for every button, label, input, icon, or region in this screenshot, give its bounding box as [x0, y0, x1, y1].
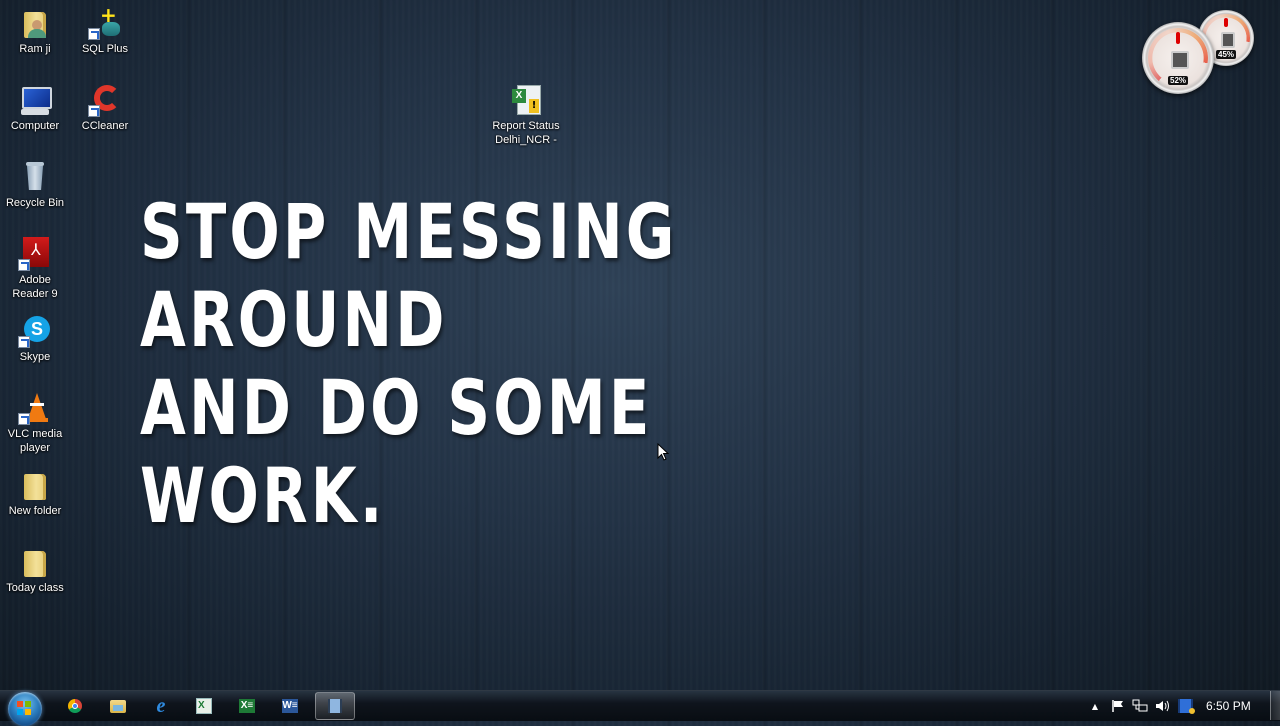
- taskbar-excel-file[interactable]: X: [184, 692, 224, 720]
- wallpaper-text-line: AND DO SOME: [140, 363, 653, 452]
- action-center-icon[interactable]: [1110, 698, 1126, 714]
- desktop-icon-label: Report Status Delhi_NCR -: [492, 120, 560, 146]
- desktop-icon-ram-ji[interactable]: Ram ji: [0, 6, 70, 56]
- cpu-chip-icon: [1171, 51, 1189, 69]
- recorder-tray-icon[interactable]: [1177, 698, 1195, 714]
- taskbar-word[interactable]: W≡: [270, 692, 310, 720]
- desktop-icon-label: Adobe Reader 9: [12, 274, 58, 300]
- mouse-cursor-icon: [657, 443, 669, 461]
- excel-file-icon: X !: [509, 83, 543, 117]
- show-desktop-button[interactable]: [1270, 691, 1280, 720]
- user-folder-icon: [18, 6, 52, 40]
- desktop-icon-label: CCleaner: [81, 120, 129, 132]
- network-icon[interactable]: [1132, 698, 1148, 714]
- wallpaper-text-line: WORK.: [140, 451, 386, 540]
- desktop: Ram ji Computer Recycle Bin ⅄ Adobe Read…: [0, 0, 1280, 688]
- wallpaper-text-line: AROUND: [140, 275, 448, 364]
- desktop-icon-skype[interactable]: S Skype: [0, 314, 70, 364]
- desktop-icon-ccleaner[interactable]: CCleaner: [70, 83, 140, 133]
- excel-icon: X: [196, 698, 212, 714]
- cpu-gauge[interactable]: 52%: [1142, 22, 1214, 94]
- desktop-icon-sql-plus[interactable]: + SQL Plus: [70, 5, 140, 56]
- chrome-icon: [68, 699, 82, 713]
- windows-logo-icon: [17, 701, 33, 717]
- desktop-icon-label: Recycle Bin: [5, 197, 65, 209]
- show-hidden-icons-button[interactable]: ▲: [1089, 698, 1101, 714]
- adobe-reader-icon: ⅄: [18, 237, 52, 271]
- desktop-icon-label: Today class: [6, 582, 64, 594]
- gauge-needle: [1224, 17, 1228, 27]
- memory-chip-icon: [1221, 32, 1235, 48]
- folder-icon: [18, 545, 52, 579]
- desktop-icon-recycle-bin[interactable]: Recycle Bin: [0, 160, 70, 210]
- desktop-icon-label: Skype: [19, 351, 51, 363]
- taskbar-internet-explorer[interactable]: e: [141, 692, 181, 720]
- desktop-icon-adobe-reader[interactable]: ⅄ Adobe Reader 9: [0, 237, 70, 301]
- desktop-icon-report-status[interactable]: X ! Report Status Delhi_NCR -: [491, 83, 561, 147]
- desktop-icon-vlc[interactable]: VLC media player: [0, 391, 70, 455]
- computer-icon: [18, 83, 52, 117]
- taskbar-explorer[interactable]: [98, 692, 138, 720]
- skype-icon: S: [18, 314, 52, 348]
- word-icon: W≡: [282, 699, 298, 713]
- excel-icon: X≡: [239, 699, 255, 713]
- desktop-icon-label: Ram ji: [19, 43, 51, 55]
- chevron-up-icon: ▲: [1091, 701, 1099, 711]
- vlc-icon: [18, 391, 52, 425]
- desktop-icon-label: Computer: [10, 120, 60, 132]
- taskbar-excel[interactable]: X≡: [227, 692, 267, 720]
- memory-percent: 45%: [1215, 50, 1237, 60]
- ie-icon: e: [156, 695, 166, 717]
- desktop-icon-label: SQL Plus: [81, 43, 129, 55]
- taskbar-video-app[interactable]: [315, 692, 355, 720]
- start-button[interactable]: [8, 692, 42, 726]
- wallpaper-text: STOP MESSING AROUND AND DO SOME WORK.: [140, 188, 678, 540]
- desktop-icon-today-class[interactable]: Today class: [0, 545, 70, 595]
- clock[interactable]: 6:50 PM: [1206, 699, 1251, 713]
- gauge-needle: [1176, 32, 1180, 44]
- desktop-icon-computer[interactable]: Computer: [0, 83, 70, 133]
- taskbar-chrome[interactable]: [55, 692, 95, 720]
- ccleaner-icon: [88, 83, 122, 117]
- explorer-icon: [110, 699, 126, 713]
- sql-plus-icon: +: [88, 5, 122, 40]
- film-icon: [328, 699, 342, 713]
- desktop-icon-label: New folder: [8, 505, 62, 517]
- recycle-bin-icon: [18, 160, 52, 194]
- volume-icon[interactable]: [1155, 698, 1171, 714]
- folder-icon: [18, 468, 52, 502]
- cpu-percent: 52%: [1167, 76, 1189, 86]
- desktop-icon-new-folder[interactable]: New folder: [0, 468, 70, 518]
- wallpaper-text-line: STOP MESSING: [140, 187, 678, 276]
- desktop-icon-label: VLC media player: [7, 428, 63, 454]
